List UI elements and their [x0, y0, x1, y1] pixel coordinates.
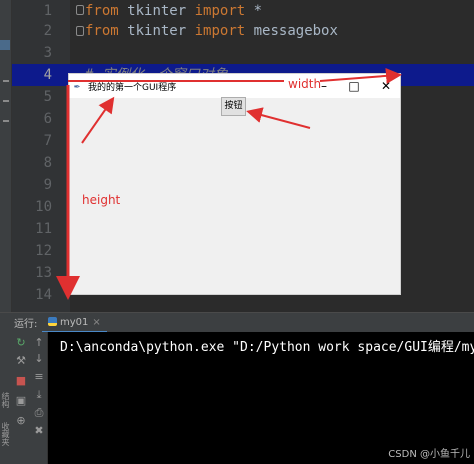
run-toolbar-secondary: ↑ ↓ ≡ ⤓ ⎙ ✖ — [30, 332, 48, 464]
print-icon[interactable]: ⎙ — [32, 406, 46, 420]
scroll-down-icon[interactable]: ↓ — [32, 352, 46, 366]
button-arrow — [246, 107, 311, 129]
watermark: CSDN @小鱼千儿 — [388, 449, 470, 460]
rerun-icon[interactable]: ↻ — [14, 336, 28, 350]
python-icon — [48, 317, 57, 326]
soft-wrap-icon[interactable]: ≡ — [32, 370, 46, 384]
run-tab-my01[interactable]: my01 × — [42, 313, 107, 333]
width-arrow — [319, 67, 402, 84]
scroll-end-icon[interactable]: ⤓ — [32, 388, 46, 402]
side-tab-favorites[interactable]: 收藏夹 — [0, 422, 11, 446]
layout-icon[interactable]: ▣ — [14, 394, 28, 408]
run-toolbar-primary: ↻ ⚒ ■ ▣ ⊕ — [12, 332, 30, 464]
stop-icon[interactable]: ■ — [14, 374, 28, 388]
run-label: 运行: — [14, 319, 38, 330]
wrench-icon[interactable]: ⚒ — [14, 354, 28, 368]
scroll-up-icon[interactable]: ↑ — [32, 336, 46, 350]
origin-arrow — [81, 96, 115, 144]
trash-icon[interactable]: ✖ — [32, 424, 46, 438]
run-left-strip: 结构 收藏夹 — [0, 332, 12, 464]
run-header: 运行: my01 × — [0, 312, 474, 333]
close-tab-icon[interactable]: × — [92, 317, 100, 328]
pin-icon[interactable]: ⊕ — [14, 414, 28, 428]
run-console[interactable]: D:\anconda\python.exe "D:/Python work sp… — [48, 332, 474, 464]
side-tab-structure[interactable]: 结构 — [0, 392, 11, 408]
console-output: D:\anconda\python.exe "D:/Python work sp… — [60, 340, 474, 355]
